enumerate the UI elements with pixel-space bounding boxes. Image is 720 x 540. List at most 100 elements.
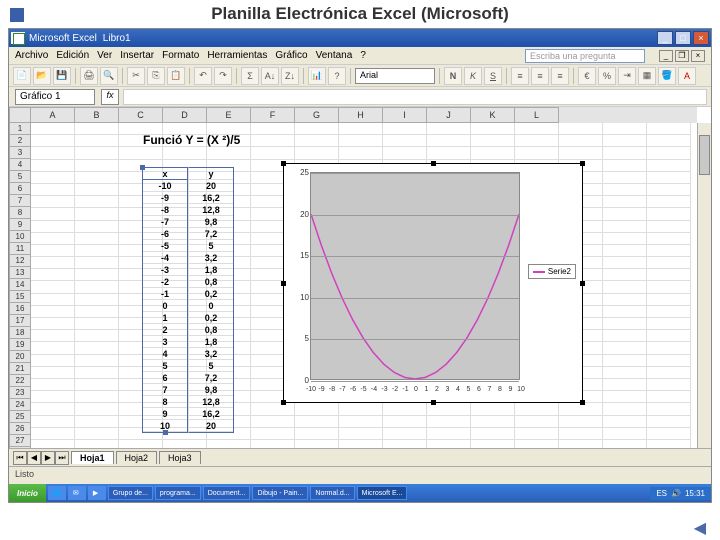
menu-item[interactable]: Gráfico	[275, 50, 307, 61]
sheet-tab[interactable]: Hoja1	[71, 451, 114, 464]
tab-first-button[interactable]: ⏮	[13, 451, 27, 465]
underline-icon[interactable]: S	[484, 67, 502, 85]
quicklaunch-icon[interactable]: ▶	[88, 486, 106, 500]
align-left-icon[interactable]: ≡	[511, 67, 529, 85]
fontcolor-icon[interactable]: A	[678, 67, 696, 85]
help-question-input[interactable]: Escriba una pregunta	[525, 49, 645, 63]
percent-icon[interactable]: %	[598, 67, 616, 85]
data-column-x[interactable]: x -10-9-8-7-6-5-4-3-2-1012345678910	[142, 167, 188, 433]
col-header[interactable]: G	[295, 107, 339, 123]
row-header[interactable]: 9	[9, 219, 31, 231]
preview-icon[interactable]: 🔍	[100, 67, 118, 85]
row-header[interactable]: 6	[9, 183, 31, 195]
worksheet[interactable]: A B C D E F G H I J K L 1234567891011121…	[9, 107, 711, 467]
row-header[interactable]: 27	[9, 435, 31, 447]
sheet-tab[interactable]: Hoja2	[116, 451, 158, 464]
tab-prev-button[interactable]: ◀	[27, 451, 41, 465]
doc-restore-button[interactable]: ❐	[675, 50, 689, 62]
menu-item[interactable]: Ventana	[316, 50, 353, 61]
row-header[interactable]: 19	[9, 339, 31, 351]
scrollbar-thumb[interactable]	[699, 135, 710, 175]
menu-item[interactable]: Archivo	[15, 50, 48, 61]
indent-icon[interactable]: ⇥	[618, 67, 636, 85]
font-select[interactable]: Arial	[355, 68, 435, 84]
menu-item[interactable]: Ver	[97, 50, 112, 61]
row-header[interactable]: 20	[9, 351, 31, 363]
data-column-y[interactable]: y 2016,212,89,87,253,21,80,80,200,20,81,…	[188, 167, 234, 433]
print-icon[interactable]: 🖨	[80, 67, 98, 85]
row-header[interactable]: 4	[9, 159, 31, 171]
col-header[interactable]: I	[383, 107, 427, 123]
menu-item[interactable]: Formato	[162, 50, 199, 61]
doc-close-button[interactable]: ×	[691, 50, 705, 62]
row-header[interactable]: 21	[9, 363, 31, 375]
new-icon[interactable]: 📄	[13, 67, 31, 85]
vertical-scrollbar[interactable]	[697, 123, 711, 467]
col-header[interactable]: L	[515, 107, 559, 123]
row-header[interactable]: 18	[9, 327, 31, 339]
align-right-icon[interactable]: ≡	[551, 67, 569, 85]
row-header[interactable]: 16	[9, 303, 31, 315]
menu-item[interactable]: Insertar	[120, 50, 154, 61]
paste-icon[interactable]: 📋	[167, 67, 185, 85]
row-header[interactable]: 1	[9, 123, 31, 135]
quicklaunch-icon[interactable]: ✉	[68, 486, 86, 500]
taskbar-item[interactable]: Normal.d...	[310, 486, 354, 500]
taskbar-item[interactable]: programa...	[155, 486, 201, 500]
row-header[interactable]: 22	[9, 375, 31, 387]
quicklaunch-icon[interactable]: 🌐	[48, 486, 66, 500]
close-button[interactable]: ×	[693, 31, 709, 45]
col-header[interactable]: K	[471, 107, 515, 123]
col-header[interactable]: D	[163, 107, 207, 123]
menu-item[interactable]: Herramientas	[207, 50, 267, 61]
taskbar-item[interactable]: Document...	[203, 486, 251, 500]
taskbar-item-active[interactable]: Microsoft E...	[357, 486, 408, 500]
taskbar-item[interactable]: Grupo de...	[108, 486, 153, 500]
menu-item[interactable]: Edición	[56, 50, 89, 61]
minimize-button[interactable]: _	[657, 31, 673, 45]
italic-icon[interactable]: K	[464, 67, 482, 85]
redo-icon[interactable]: ↷	[214, 67, 232, 85]
row-header[interactable]: 15	[9, 291, 31, 303]
tray-icon[interactable]: 🔊	[671, 489, 681, 498]
fillcolor-icon[interactable]: 🪣	[658, 67, 676, 85]
help-icon[interactable]: ?	[328, 67, 346, 85]
chart-icon[interactable]: 📊	[308, 67, 326, 85]
chart-legend[interactable]: Serie2	[528, 264, 576, 279]
row-header[interactable]: 10	[9, 231, 31, 243]
embedded-chart[interactable]: 0510152025-10-9-8-7-6-5-4-3-2-1012345678…	[283, 163, 583, 403]
currency-icon[interactable]: €	[578, 67, 596, 85]
row-header[interactable]: 17	[9, 315, 31, 327]
start-button[interactable]: Inicio	[9, 484, 46, 502]
row-header[interactable]: 14	[9, 279, 31, 291]
sheet-tab[interactable]: Hoja3	[159, 451, 201, 464]
row-header[interactable]: 11	[9, 243, 31, 255]
tab-last-button[interactable]: ⏭	[55, 451, 69, 465]
sum-icon[interactable]: Σ	[241, 67, 259, 85]
col-header[interactable]: J	[427, 107, 471, 123]
fx-button[interactable]: fx	[101, 89, 119, 105]
row-header[interactable]: 25	[9, 411, 31, 423]
system-tray[interactable]: ES 🔊 15:31	[650, 487, 711, 500]
taskbar-item[interactable]: Dibujo - Pain...	[252, 486, 308, 500]
formula-input[interactable]	[123, 89, 707, 105]
doc-minimize-button[interactable]: _	[659, 50, 673, 62]
col-header[interactable]: H	[339, 107, 383, 123]
row-header[interactable]: 5	[9, 171, 31, 183]
maximize-button[interactable]: □	[675, 31, 691, 45]
save-icon[interactable]: 💾	[53, 67, 71, 85]
row-header[interactable]: 2	[9, 135, 31, 147]
fill-handle[interactable]	[163, 430, 168, 435]
open-icon[interactable]: 📂	[33, 67, 51, 85]
col-header[interactable]: C	[119, 107, 163, 123]
prev-slide-button[interactable]: ◀	[694, 518, 706, 538]
copy-icon[interactable]: ⎘	[147, 67, 165, 85]
col-header[interactable]: B	[75, 107, 119, 123]
row-header[interactable]: 23	[9, 387, 31, 399]
undo-icon[interactable]: ↶	[194, 67, 212, 85]
sort-desc-icon[interactable]: Z↓	[281, 67, 299, 85]
row-header[interactable]: 7	[9, 195, 31, 207]
menu-item[interactable]: ?	[360, 50, 366, 61]
language-indicator[interactable]: ES	[656, 489, 667, 498]
select-all-corner[interactable]	[9, 107, 31, 123]
